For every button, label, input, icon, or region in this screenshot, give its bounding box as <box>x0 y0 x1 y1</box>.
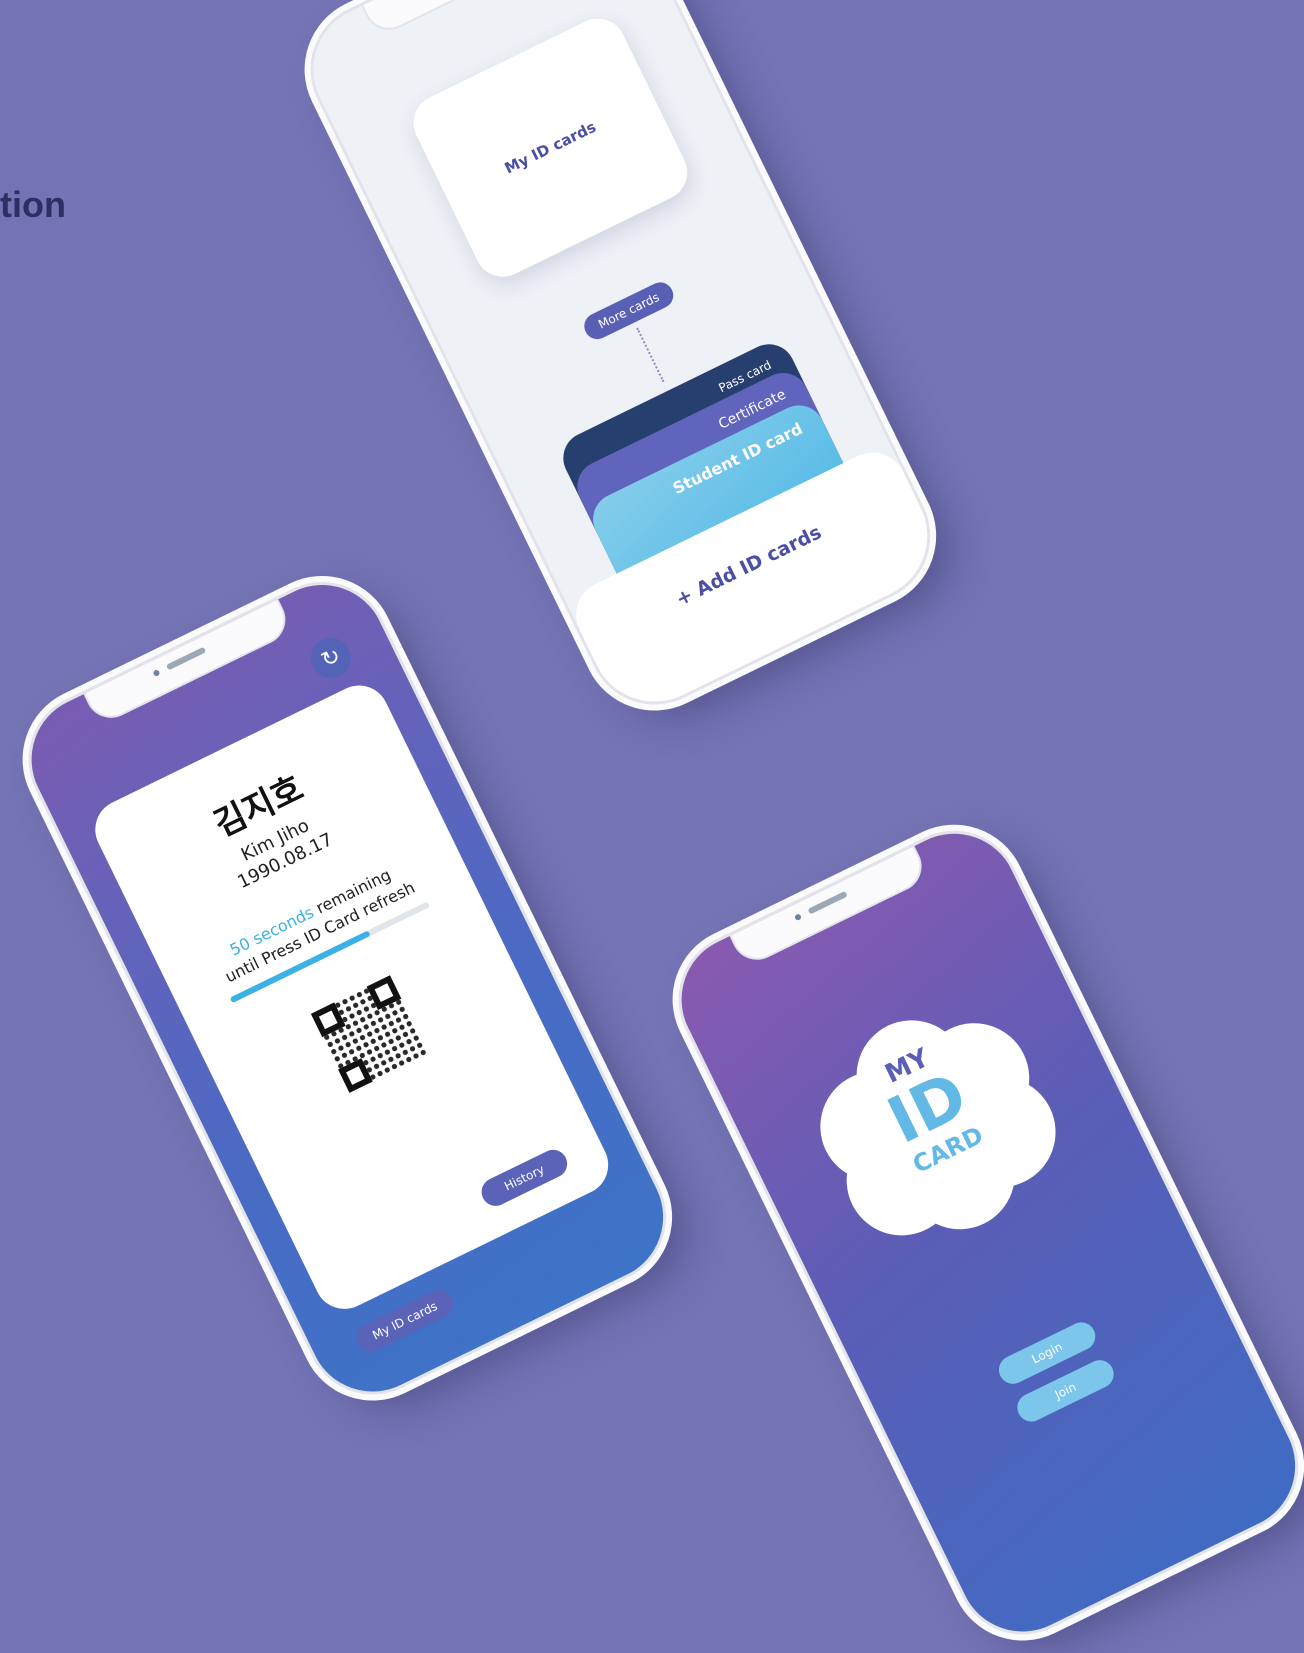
phone-notch <box>361 0 562 39</box>
dotted-connector <box>636 327 665 383</box>
phone-notch <box>729 846 930 969</box>
my-id-cards-card[interactable]: My ID cards <box>404 9 697 287</box>
more-cards-button[interactable]: More cards <box>579 278 678 344</box>
my-id-cards-label: My ID cards <box>501 117 599 178</box>
phone-login-screen: MY ID CARD Login Join <box>660 812 1304 1653</box>
page-heading: tion <box>0 184 66 225</box>
id-card-sheet: 김지호 Kim Jiho 1990.08.17 50 seconds remai… <box>85 675 619 1320</box>
phone-cards-screen: My ID cards More cards Pass card Certifi… <box>292 0 949 724</box>
phone-notch <box>83 599 294 727</box>
add-id-cards-button[interactable]: + Add ID cards <box>673 521 886 723</box>
refresh-timer: 50 seconds remaining until Press ID Card… <box>222 865 418 987</box>
qr-code-icon <box>310 975 429 1093</box>
phone-id-screen: ↻ 김지호 Kim Jiho 1990.08.17 50 seconds rem… <box>10 563 685 1414</box>
refresh-icon[interactable]: ↻ <box>304 631 358 685</box>
